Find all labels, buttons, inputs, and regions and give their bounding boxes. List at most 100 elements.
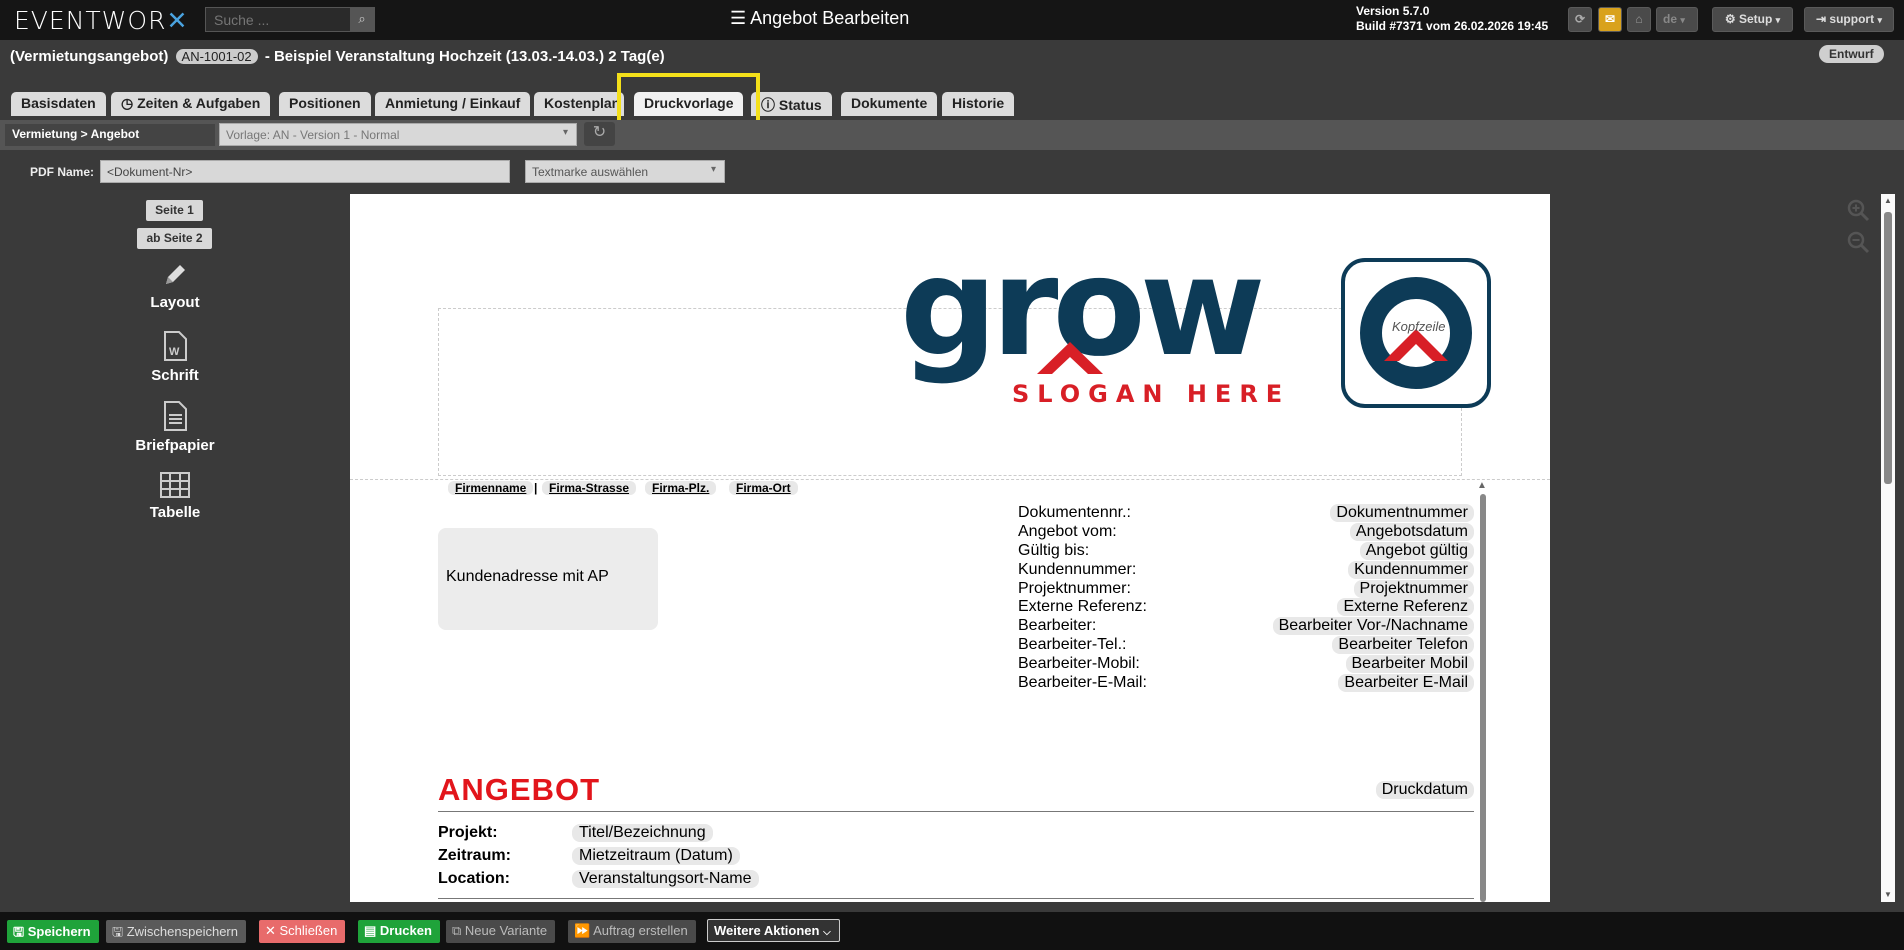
save-button[interactable]: 🖫 Speichern (7, 920, 99, 943)
status-badge: Entwurf (1819, 45, 1884, 63)
mail-icon[interactable]: ✉ (1598, 7, 1622, 32)
sender-city[interactable]: Firma-Ort (729, 481, 798, 495)
sender-zip[interactable]: Firma-Plz. (645, 481, 717, 495)
home-icon[interactable]: ⌂ (1627, 7, 1651, 32)
info-value[interactable]: Angebot gültig (1359, 542, 1474, 560)
document-preview[interactable]: grow SLOGAN HERE Kopfzeile Firmenname | … (350, 194, 1550, 902)
tab-basisdaten[interactable]: Basisdaten (11, 92, 106, 116)
location-value[interactable]: Veranstaltungsort-Name (572, 870, 759, 888)
sidebar-item-briefpapier[interactable]: Briefpapier (100, 401, 250, 454)
project-value[interactable]: Titel/Bezeichnung (572, 824, 713, 842)
refresh-icon[interactable]: ⟳ (1568, 7, 1592, 32)
info-value[interactable]: Dokumentnummer (1330, 504, 1474, 522)
scroll-down-icon[interactable]: ▼ (1884, 890, 1892, 899)
tab-positionen[interactable]: Positionen (279, 92, 371, 116)
info-value[interactable]: Bearbeiter Mobil (1345, 655, 1474, 673)
setup-button[interactable]: ⚙ Setup ▾ (1712, 7, 1793, 32)
zoom-out-icon[interactable] (1846, 230, 1872, 256)
page-scrollbar-thumb[interactable] (1884, 212, 1892, 484)
scroll-up-icon[interactable]: ▲ (1477, 480, 1487, 491)
sidebar-item-label: Layout (150, 294, 200, 311)
more-actions-label: Weitere Aktionen (714, 923, 820, 938)
info-value[interactable]: Kundennummer (1348, 561, 1474, 579)
tab-dokumente[interactable]: Dokumente (841, 92, 938, 116)
tab-label: Basisdaten (21, 95, 96, 111)
print-date-field[interactable]: Druckdatum (1375, 781, 1474, 799)
page-scrollbar-track[interactable]: ▲ ▼ (1881, 194, 1895, 902)
section-divider (438, 898, 1474, 899)
customer-address-box[interactable]: Kundenadresse mit AP (438, 528, 658, 630)
sender-separator: | (534, 481, 538, 495)
record-headline: (Vermietungsangebot) AN-1001-02 - Beispi… (10, 48, 665, 65)
sender-street[interactable]: Firma-Strasse (542, 481, 637, 495)
setup-label: Setup (1738, 12, 1773, 26)
info-label: Bearbeiter-Mobil: (1018, 655, 1140, 672)
info-value[interactable]: Bearbeiter Telefon (1332, 636, 1474, 654)
info-value[interactable]: Externe Referenz (1337, 598, 1474, 616)
logout-icon: ⇥ (1816, 12, 1827, 26)
customer-address-label: Kundenadresse mit AP (446, 568, 609, 585)
record-type: (Vermietungsangebot) (10, 48, 169, 65)
tab-label: Historie (952, 95, 1005, 111)
tab-historie[interactable]: Historie (942, 92, 1015, 116)
pdf-name-input[interactable] (100, 160, 510, 183)
page-1-button[interactable]: Seite 1 (146, 200, 203, 221)
more-actions-button[interactable]: Weitere Aktionen ⌵ (707, 919, 840, 942)
info-value[interactable]: Bearbeiter E-Mail (1338, 674, 1474, 692)
sidebar-item-layout[interactable]: Layout (100, 262, 250, 311)
info-icon: ⓘ (761, 97, 779, 113)
chevron-down-icon: ▾ (710, 164, 716, 175)
create-order-button[interactable]: ⏩ Auftrag erstellen (568, 920, 696, 943)
sidebar-item-schrift[interactable]: W Schrift (100, 331, 250, 384)
close-button[interactable]: ✕ Schließen (259, 920, 346, 943)
period-value[interactable]: Mietzeitraum (Datum) (572, 847, 740, 865)
list-icon: ☰ (730, 8, 751, 28)
tab-label: Dokumente (851, 95, 928, 111)
doc-number-badge: AN-1001-02 (175, 49, 258, 64)
info-label: Bearbeiter-Tel.: (1018, 636, 1127, 653)
breadcrumb: Vermietung > Angebot (5, 124, 215, 146)
inner-scrollbar[interactable] (1480, 494, 1486, 902)
new-variant-button[interactable]: ⧉ Neue Variante (446, 920, 556, 943)
page-2-button[interactable]: ab Seite 2 (137, 228, 212, 249)
heading-divider (438, 811, 1474, 812)
close-icon: ✕ (265, 923, 280, 938)
template-value: Vorlage: AN - Version 1 - Normal (226, 128, 400, 142)
reload-icon[interactable]: ↻ (584, 122, 615, 146)
info-label: Kundennummer: (1018, 561, 1137, 578)
print-button[interactable]: ▤ Drucken (358, 920, 440, 943)
print-label: Drucken (379, 923, 432, 938)
table-icon (160, 472, 190, 498)
tab-zeiten-aufgaben[interactable]: ◷ Zeiten & Aufgaben (111, 92, 271, 116)
period-label: Zeitraum: (438, 847, 511, 864)
gear-icon: ⚙ (1724, 12, 1736, 26)
tab-label: Status (778, 97, 822, 113)
sidebar-item-label: Briefpapier (135, 437, 215, 454)
template-select[interactable]: Vorlage: AN - Version 1 - Normal ▾ (219, 123, 577, 146)
info-value[interactable]: Projektnummer (1353, 580, 1474, 598)
textmarke-select[interactable]: Textmarke auswählen ▾ (525, 160, 725, 183)
app-logo[interactable]: EVENTWOR✕ (14, 6, 188, 35)
logo-text: EVENTWOR (14, 6, 167, 35)
floppy-icon: 🖫 (112, 924, 127, 939)
location-label: Location: (438, 870, 510, 887)
info-label: Projektnummer: (1018, 580, 1131, 597)
sidebar-item-tabelle[interactable]: Tabelle (100, 472, 250, 521)
info-value[interactable]: Bearbeiter Vor-/Nachname (1272, 617, 1474, 635)
scroll-up-icon[interactable]: ▲ (1884, 196, 1892, 205)
tab-anmietung-einkauf[interactable]: Anmietung / Einkauf (375, 92, 531, 116)
zoom-in-icon[interactable] (1846, 198, 1872, 224)
save-label: Speichern (27, 924, 91, 939)
tab-label: Anmietung / Einkauf (385, 95, 521, 111)
search-icon[interactable]: ⌕ (350, 8, 374, 31)
tab-status[interactable]: ⓘ Status (751, 92, 832, 116)
info-label: Externe Referenz: (1018, 598, 1147, 615)
sender-company[interactable]: Firmenname (448, 481, 534, 495)
intermediate-save-label: Zwischenspeichern (126, 924, 238, 939)
tab-kostenplan[interactable]: Kostenplan (534, 92, 624, 116)
language-select[interactable]: de ▾ (1656, 7, 1698, 32)
company-logo: grow SLOGAN HERE (900, 254, 1282, 408)
intermediate-save-button[interactable]: 🖫 Zwischenspeichern (106, 920, 246, 943)
info-value[interactable]: Angebotsdatum (1349, 523, 1474, 541)
user-menu-button[interactable]: ⇥ support ▾ (1804, 7, 1894, 32)
